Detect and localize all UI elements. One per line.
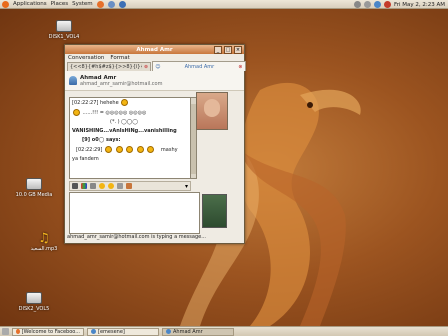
own-avatar[interactable] xyxy=(202,194,227,228)
power-icon[interactable] xyxy=(383,1,391,8)
chat-line: [9] o0◯ says: xyxy=(70,136,190,145)
close-tab-icon[interactable]: ⊗ xyxy=(238,64,242,70)
taskbar-label: [emesene] xyxy=(98,328,125,335)
chat-text: ......!!! = ◎◎◎◎◎ ◎◎◎◎ xyxy=(82,110,147,116)
smiley-icon xyxy=(126,146,134,153)
font-icon[interactable] xyxy=(72,183,78,189)
close-button[interactable]: × xyxy=(234,46,242,54)
tab-ahmad-amr[interactable]: ☺ Ahmad Amr ⊗ xyxy=(152,61,246,71)
chat-line: [02:22:29] mashy xyxy=(70,145,190,155)
minimize-button[interactable]: _ xyxy=(214,46,222,54)
close-tab-icon[interactable]: ⊗ xyxy=(144,64,148,70)
chat-window: Ahmad Amr _ □ × Conversation Format {<<8… xyxy=(64,44,246,244)
taskbar-label: Ahmad Amr xyxy=(173,328,203,335)
invite-icon[interactable] xyxy=(126,183,132,189)
format-toolbar: ▾ xyxy=(69,181,191,191)
bottom-panel: [Welcome to Faceboo... [emesene] Ahmad A… xyxy=(0,326,448,336)
top-panel: Applications Places System Fri May 2, 2:… xyxy=(0,0,448,9)
contact-email: ahmad_amr_samir@hotmail.com xyxy=(80,80,163,87)
color-icon[interactable] xyxy=(81,183,87,189)
desktop-icon-disk1[interactable]: DISK1_VOL4 xyxy=(44,20,84,40)
taskbar-item-emesene[interactable]: [emesene] xyxy=(87,327,159,336)
drive-icon xyxy=(26,292,42,304)
chat-text: (*. ) ◯◯◯ xyxy=(110,119,138,125)
music-note-icon: ♫ xyxy=(38,231,50,246)
volume-icon[interactable] xyxy=(363,1,371,8)
smiley-icon xyxy=(104,146,112,153)
chat-icon xyxy=(166,329,171,334)
chat-text: mashy xyxy=(160,147,178,153)
window-titlebar[interactable]: Ahmad Amr _ □ × xyxy=(65,45,244,54)
chat-text: ya fandem xyxy=(72,156,99,162)
typing-status: ahmad_amr_samir@hotmail.com is typing a … xyxy=(67,234,206,240)
chat-text: [9] o0◯ says: xyxy=(82,137,121,143)
tab-label: Ahmad Amr xyxy=(184,63,215,70)
desktop-icon-mp3[interactable]: ♫ السعيد.mp3 xyxy=(24,231,64,253)
menu-applications[interactable]: Applications xyxy=(13,1,47,7)
drive-icon xyxy=(56,20,72,32)
menu-places[interactable]: Places xyxy=(51,1,69,7)
contact-header: Ahmad Amr ahmad_amr_samir@hotmail.com xyxy=(65,71,244,91)
clock[interactable]: Fri May 2, 2:23 AM xyxy=(394,2,445,8)
emesene-icon xyxy=(91,329,96,334)
nudge-icon[interactable] xyxy=(117,183,123,189)
wink-icon[interactable] xyxy=(108,183,114,189)
mail-launcher-icon[interactable] xyxy=(107,0,115,8)
firefox-launcher-icon[interactable] xyxy=(96,0,104,8)
tab-label: {<<8}{#h$#z$}{>>8}{i}{=20} xyxy=(70,64,142,70)
chat-line: (*. ) ◯◯◯ xyxy=(70,118,190,127)
desktop-icon-label: DISK2_VOL5 xyxy=(18,306,50,312)
drive-icon xyxy=(26,178,42,190)
maximize-button[interactable]: □ xyxy=(224,46,232,54)
avatar-face xyxy=(204,99,220,117)
window-title: Ahmad Amr xyxy=(136,46,173,53)
help-launcher-icon[interactable] xyxy=(118,0,126,8)
firefox-icon xyxy=(16,329,20,334)
message-input[interactable] xyxy=(69,192,200,234)
network-icon[interactable] xyxy=(353,1,361,8)
menu-format[interactable]: Format xyxy=(110,55,129,61)
contact-avatar xyxy=(196,92,228,130)
taskbar-item-facebook[interactable]: [Welcome to Faceboo... xyxy=(12,327,84,336)
system-tray: Fri May 2, 2:23 AM xyxy=(353,0,445,9)
smiley-icon xyxy=(136,146,144,153)
emoticon-icon[interactable] xyxy=(99,183,105,189)
smiley-icon xyxy=(73,109,80,116)
messenger-tray-icon[interactable] xyxy=(373,1,381,8)
taskbar-label: [Welcome to Faceboo... xyxy=(21,328,80,335)
chat-history[interactable]: [02:22:27] hehehe ......!!! = ◎◎◎◎◎ ◎◎◎◎… xyxy=(69,97,191,179)
toolbar-dropdown-icon[interactable]: ▾ xyxy=(185,183,188,190)
desktop-icon-label: 10.0 GB Media xyxy=(15,192,53,198)
menu-system[interactable]: System xyxy=(72,1,93,7)
ubuntu-logo-icon[interactable] xyxy=(2,0,9,8)
desktop-icon-disk2[interactable]: DISK2_VOL5 xyxy=(14,292,54,312)
tab-group-conversation[interactable]: {<<8}{#h$#z$}{>>8}{i}{=20} ⊗ xyxy=(67,62,152,71)
chat-text: [02:22:29] xyxy=(76,147,103,153)
chat-text: VANISHING...vAnIsHiNg...vanishiIIing xyxy=(72,128,177,134)
show-desktop-icon[interactable] xyxy=(2,328,9,335)
clear-format-icon[interactable] xyxy=(90,183,96,189)
chat-line: VANISHING...vAnIsHiNg...vanishiIIing xyxy=(70,127,190,136)
desktop-icon-label: السعيد.mp3 xyxy=(30,246,58,252)
chat-line: ......!!! = ◎◎◎◎◎ ◎◎◎◎ xyxy=(70,108,190,118)
chat-line: ya fandem xyxy=(70,155,190,164)
smiley-icon xyxy=(115,146,123,153)
smiley-icon xyxy=(147,146,155,153)
chat-text: [02:22:27] hehehe xyxy=(72,100,119,106)
conversation-tabs: {<<8}{#h$#z$}{>>8}{i}{=20} ⊗ ☺ Ahmad Amr… xyxy=(65,61,246,71)
menu-conversation[interactable]: Conversation xyxy=(68,55,104,61)
smiley-icon xyxy=(121,99,129,106)
desktop-icon-media[interactable]: 10.0 GB Media xyxy=(14,178,54,198)
chat-line: [02:22:27] hehehe xyxy=(70,98,190,108)
messenger-icon: ☺ xyxy=(155,63,161,70)
taskbar-item-chat[interactable]: Ahmad Amr xyxy=(162,327,234,336)
contact-status-icon xyxy=(69,76,77,85)
desktop-icon-label: DISK1_VOL4 xyxy=(48,34,80,40)
